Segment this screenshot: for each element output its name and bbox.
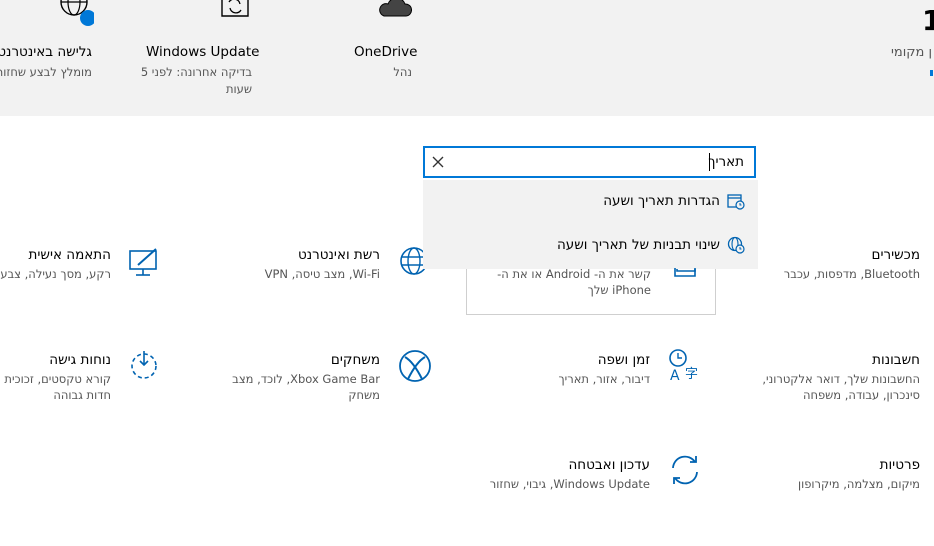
devices-icon <box>672 268 698 278</box>
suggestion-change-date-formats[interactable]: שינוי תבניות של תאריך ושעה <box>423 224 758 268</box>
category-title: חשבונות <box>872 352 920 368</box>
category-title: רשת ואינטרנט <box>297 247 380 263</box>
suggestion-label: הגדרות תאריך ושעה <box>603 193 720 209</box>
category-title: נוחות גישה <box>49 352 111 368</box>
category-title: זמן ושפה <box>597 352 650 368</box>
category-subtitle: Wi-Fi, מצב טיסה, VPN <box>264 267 380 281</box>
category-subtitle: מיקום, מצלמה, מיקרופון <box>797 477 920 491</box>
update-security-icon <box>668 453 702 487</box>
category-subtitle: החשבונות שלך, דואר אלקטרוני, <box>762 372 920 386</box>
category-ease-of-access[interactable]: נוחות גישה קורא טקסטים, זכוכית חדות גבוה… <box>0 345 165 405</box>
close-icon[interactable] <box>431 155 445 169</box>
category-title: מכשירים <box>871 247 921 263</box>
tile-browsing[interactable]: גלישה באינטרנט מומלץ לבצע שחזור <box>0 0 100 116</box>
update-icon <box>218 0 252 22</box>
category-network[interactable]: רשת ואינטרנט Wi-Fi, מצב טיסה, VPN <box>240 240 440 290</box>
phone-card-text-2: iPhone שלך <box>587 283 651 297</box>
category-subtitle: Windows Update, גיבוי, שחזור <box>489 477 650 491</box>
tile-title: 1 <box>922 4 934 37</box>
category-title: התאמה אישית <box>28 247 112 263</box>
search-suggestions: הגדרות תאריך ושעה שינוי תבניות של תאריך … <box>423 180 758 269</box>
category-subtitle: קורא טקסטים, זכוכית <box>4 372 111 386</box>
calendar-clock-icon <box>727 192 745 210</box>
cloud-icon <box>378 0 412 20</box>
xbox-icon <box>398 349 432 383</box>
category-subtitle: Xbox Game Bar, לוכד, מצב <box>232 372 380 386</box>
tile-title: Windows Update <box>146 44 260 60</box>
tile-title: גלישה באינטרנט <box>0 44 92 60</box>
time-language-icon: A 字 <box>668 348 702 382</box>
tile-link-fragment[interactable] <box>930 70 933 76</box>
tile-title: OneDrive <box>354 44 418 60</box>
tile-subtitle: מומלץ לבצע שחזור <box>0 65 92 79</box>
category-title: משחקים <box>330 352 380 368</box>
category-subtitle-2: משחק <box>348 388 380 402</box>
globe-clock-icon <box>727 236 745 254</box>
svg-text:A: A <box>670 368 680 382</box>
suggestion-date-time-settings[interactable]: הגדרות תאריך ושעה <box>423 180 758 224</box>
svg-text:字: 字 <box>685 367 698 382</box>
category-privacy[interactable]: פרטיות מיקום, מצלמה, מיקרופון <box>740 450 934 500</box>
category-subtitle-2: חדות גבוהה <box>53 388 111 402</box>
category-personalization[interactable]: התאמה אישית רקע, מסך נעילה, צבע <box>0 240 165 290</box>
category-subtitle: Bluetooth, מדפסות, עכבר <box>783 267 920 281</box>
ease-of-access-icon <box>128 349 160 381</box>
personalization-icon <box>128 247 160 277</box>
tile-subtitle: נהל <box>393 65 412 79</box>
suggestion-label: שינוי תבניות של תאריך ושעה <box>556 237 720 253</box>
search-value: תאריך <box>708 154 744 170</box>
category-time-language[interactable]: A 字 זמן ושפה דיבור, אזור, תאריך <box>540 345 710 405</box>
tile-subtitle: בדיקה אחרונה: לפני 5 שעות <box>140 65 252 96</box>
tile-onedrive[interactable]: OneDrive נהל <box>340 0 420 116</box>
category-subtitle: רקע, מסך נעילה, צבע <box>0 267 111 281</box>
category-accounts[interactable]: חשבונות החשבונות שלך, דואר אלקטרוני, סינ… <box>740 345 934 405</box>
category-devices[interactable]: מכשירים Bluetooth, מדפסות, עכבר <box>740 240 934 290</box>
category-title: עדכון ואבטחה <box>568 457 650 473</box>
tile-subtitle: ן מקומי <box>890 45 932 60</box>
globe-icon <box>58 0 94 26</box>
category-subtitle: דיבור, אזור, תאריך <box>558 372 650 386</box>
category-update-security[interactable]: עדכון ואבטחה Windows Update, גיבוי, שחזו… <box>480 450 710 500</box>
tile-storage[interactable]: 1 ן מקומי <box>880 0 934 116</box>
tile-windows-update[interactable]: Windows Update בדיקה אחרונה: לפני 5 שעות <box>130 0 260 116</box>
settings-search-input[interactable]: תאריך <box>423 146 756 178</box>
category-gaming[interactable]: משחקים Xbox Game Bar, לוכד, מצב משחק <box>230 345 440 405</box>
category-subtitle-2: סינכרון, עבודה, משפחה <box>802 388 920 402</box>
top-status-band: גלישה באינטרנט מומלץ לבצע שחזור Windows … <box>0 0 934 116</box>
category-title: פרטיות <box>879 457 920 473</box>
